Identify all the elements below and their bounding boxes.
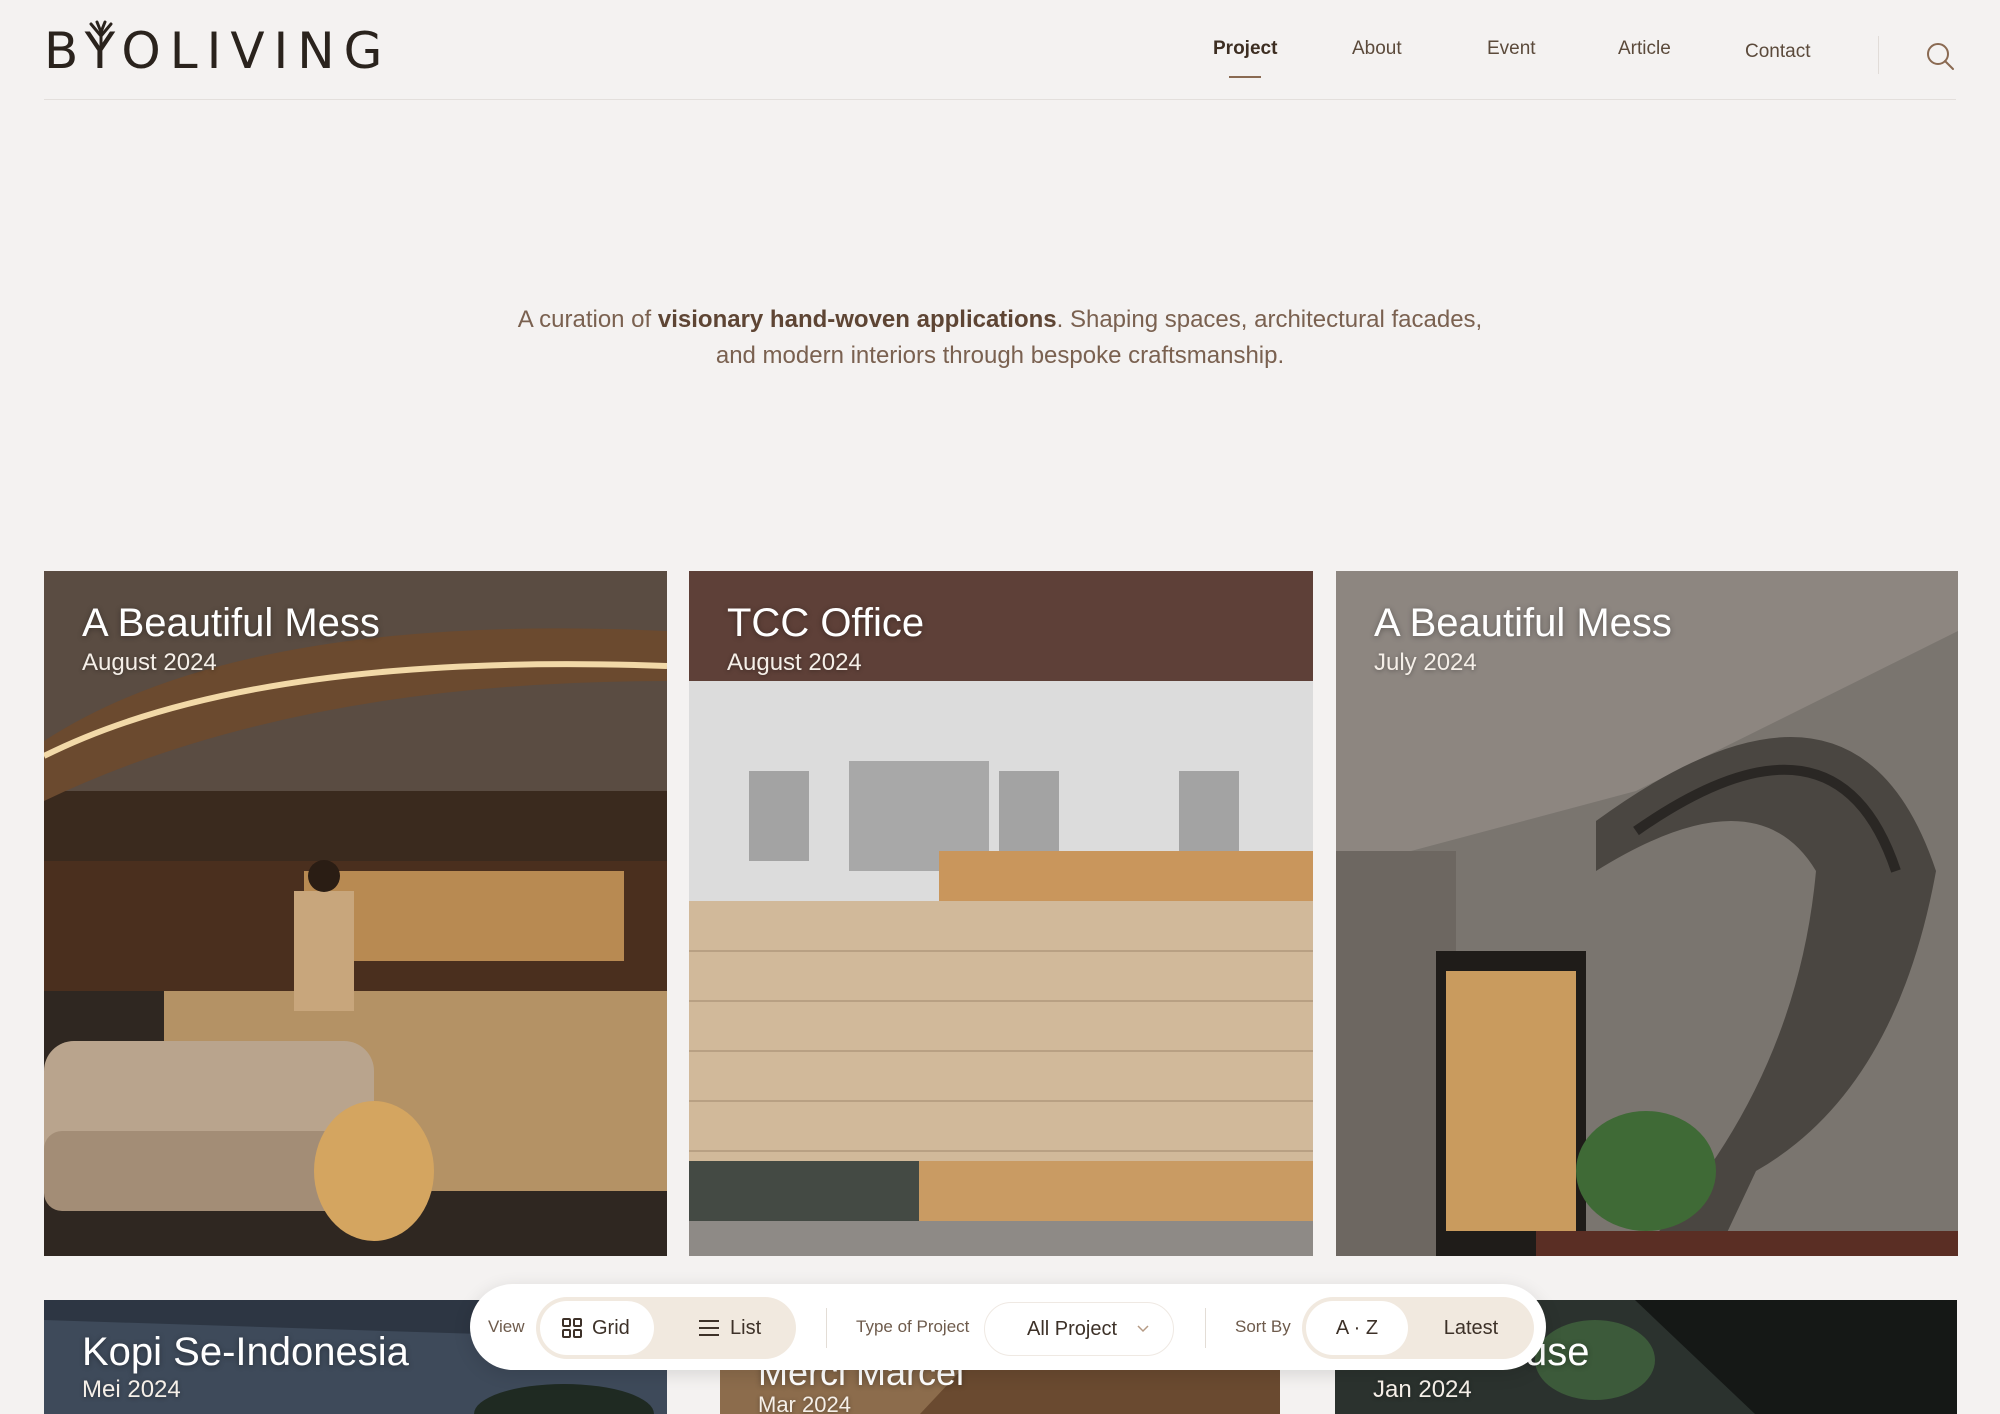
search-icon <box>1927 43 1954 70</box>
grid-label: Grid <box>592 1316 630 1339</box>
intro-prefix: A curation of <box>517 306 658 333</box>
sort-toggle: A · Z Latest <box>1302 1297 1534 1359</box>
project-card[interactable]: TCC Office August 2024 <box>689 571 1313 1256</box>
project-type-select[interactable]: All Project <box>984 1302 1174 1356</box>
list-label: List <box>730 1316 762 1339</box>
project-card[interactable]: A Beautiful Mess July 2024 <box>1336 571 1958 1256</box>
list-view-button[interactable]: List <box>676 1301 792 1355</box>
logo-sprout-icon <box>89 20 113 50</box>
sort-latest-button[interactable]: Latest <box>1416 1301 1526 1355</box>
project-title: A Beautiful Mess <box>1374 601 1672 645</box>
filter-divider <box>1205 1308 1206 1348</box>
project-date: July 2024 <box>1374 649 1477 676</box>
project-date: Mar 2024 <box>758 1392 851 1414</box>
project-title: Kopi Se-Indonesia <box>82 1330 409 1374</box>
project-type-value: All Project <box>1027 1317 1118 1340</box>
project-date: Jan 2024 <box>1373 1376 1472 1403</box>
grid-icon <box>562 1318 582 1338</box>
nav-article[interactable]: Article <box>1618 38 1671 60</box>
sort-label: Sort By <box>1235 1317 1291 1336</box>
filter-divider <box>826 1308 827 1348</box>
list-icon <box>699 1320 719 1336</box>
nav-project[interactable]: Project <box>1213 38 1277 78</box>
project-date: August 2024 <box>727 649 862 676</box>
view-toggle: Grid List <box>536 1297 796 1359</box>
project-card[interactable]: A Beautiful Mess August 2024 <box>44 571 667 1256</box>
search-button[interactable] <box>1924 40 1956 72</box>
site-header: BYOLIVING Project About Event Article Co… <box>44 0 1956 100</box>
nav-event[interactable]: Event <box>1487 38 1536 60</box>
project-title: TCC Office <box>727 601 925 645</box>
sort-az-button[interactable]: A · Z <box>1306 1301 1408 1355</box>
nav-about[interactable]: About <box>1352 38 1402 60</box>
grid-view-button[interactable]: Grid <box>540 1301 654 1355</box>
brand-logo[interactable]: BYOLIVING <box>44 20 391 80</box>
view-label: View <box>488 1317 525 1336</box>
nav-contact[interactable]: Contact <box>1745 41 1810 63</box>
type-label: Type of Project <box>856 1317 970 1336</box>
chevron-down-icon <box>1137 1325 1149 1333</box>
project-title: A Beautiful Mess <box>82 601 380 645</box>
project-date: Mei 2024 <box>82 1376 181 1403</box>
intro-highlight: visionary hand-woven applications <box>657 306 1057 333</box>
nav-divider <box>1878 36 1879 74</box>
filter-bar: View Grid List Type of Project All Proje… <box>470 1284 1546 1370</box>
project-date: August 2024 <box>82 649 217 676</box>
intro-text: A curation of visionary hand-woven appli… <box>500 302 1500 374</box>
